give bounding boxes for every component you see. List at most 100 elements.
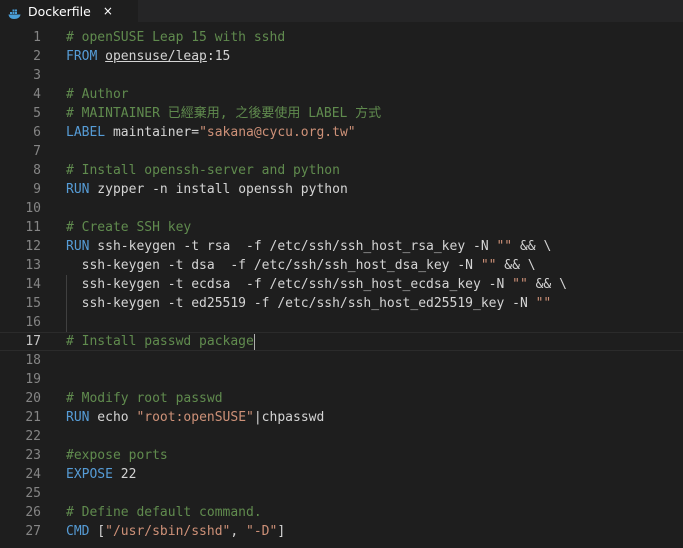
- line-number: 26: [25, 505, 41, 520]
- code-line[interactable]: 24 EXPOSE 22: [0, 465, 683, 484]
- code-line[interactable]: 25: [0, 484, 683, 503]
- token-plain: ssh-keygen -t ecdsa -f /etc/ssh/ssh_host…: [66, 277, 513, 292]
- line-number: 2: [33, 49, 41, 64]
- token-str: "": [535, 296, 552, 311]
- line-number: 18: [25, 353, 41, 368]
- token-plain: :15: [206, 49, 231, 64]
- code-text: # Modify root passwd: [66, 389, 223, 408]
- code-text: ssh-keygen -t ed25519 -f /etc/ssh/ssh_ho…: [66, 294, 552, 313]
- code-line[interactable]: 22: [0, 427, 683, 446]
- token-kw: CMD: [66, 524, 90, 539]
- code-line[interactable]: 3: [0, 66, 683, 85]
- code-text: RUN ssh-keygen -t rsa -f /etc/ssh/ssh_ho…: [66, 237, 551, 256]
- line-number: 1: [33, 30, 41, 45]
- token-kw: LABEL: [66, 125, 106, 140]
- code-text: # Author: [66, 85, 129, 104]
- line-number: 8: [33, 163, 41, 178]
- token-plain: && \: [496, 258, 536, 273]
- token-plain: ssh-keygen -t ed25519 -f /etc/ssh/ssh_ho…: [66, 296, 536, 311]
- code-line[interactable]: 6 LABEL maintainer="sakana@cycu.org.tw": [0, 123, 683, 142]
- token-plain: ssh-keygen -t dsa -f /etc/ssh/ssh_host_d…: [66, 258, 481, 273]
- line-number: 24: [25, 467, 41, 482]
- code-line[interactable]: 23 #expose ports: [0, 446, 683, 465]
- code-text: ssh-keygen -t ecdsa -f /etc/ssh/ssh_host…: [66, 275, 567, 294]
- token-plain: ssh-keygen -t rsa -f /etc/ssh/ssh_host_r…: [89, 239, 497, 254]
- code-text: RUN echo "root:openSUSE"|chpasswd: [66, 408, 324, 427]
- token-plain: && \: [527, 277, 567, 292]
- code-text: # Install passwd package: [66, 333, 255, 350]
- code-text: LABEL maintainer="sakana@cycu.org.tw": [66, 123, 356, 142]
- code-text: # Define default command.: [66, 503, 262, 522]
- code-line[interactable]: 18: [0, 351, 683, 370]
- token-plain: ,: [230, 524, 247, 539]
- code-line[interactable]: 13 ssh-keygen -t dsa -f /etc/ssh/ssh_hos…: [0, 256, 683, 275]
- token-comment: #expose ports: [66, 448, 168, 463]
- code-line[interactable]: 20 # Modify root passwd: [0, 389, 683, 408]
- line-number: 23: [25, 448, 41, 463]
- token-plain: maintainer=: [105, 125, 200, 140]
- line-number: 15: [25, 296, 41, 311]
- text-cursor: [253, 333, 255, 350]
- token-kw: FROM: [66, 49, 98, 64]
- line-number: 22: [25, 429, 41, 444]
- token-link: opensuse/leap: [105, 49, 207, 64]
- token-str: "": [480, 258, 497, 273]
- code-line[interactable]: 11 # Create SSH key: [0, 218, 683, 237]
- token-str: "-D": [246, 524, 278, 539]
- code-text: # Install openssh-server and python: [66, 161, 340, 180]
- token-kw: RUN: [66, 239, 90, 254]
- line-number: 11: [25, 220, 41, 235]
- token-plain: echo: [89, 410, 137, 425]
- tab-label: Dockerfile: [28, 3, 91, 19]
- code-line[interactable]: 21 RUN echo "root:openSUSE"|chpasswd: [0, 408, 683, 427]
- code-line[interactable]: 12 RUN ssh-keygen -t rsa -f /etc/ssh/ssh_…: [0, 237, 683, 256]
- code-line[interactable]: 17 # Install passwd package: [0, 332, 683, 351]
- code-line[interactable]: 4 # Author: [0, 85, 683, 104]
- code-line[interactable]: 2 FROM opensuse/leap:15: [0, 47, 683, 66]
- code-line[interactable]: 8 # Install openssh-server and python: [0, 161, 683, 180]
- line-number: 9: [33, 182, 41, 197]
- code-text: # MAINTAINER 已經棄用, 之後要使用 LABEL 方式: [66, 104, 381, 123]
- token-comment: # Install openssh-server and python: [66, 163, 340, 178]
- code-line[interactable]: 26 # Define default command.: [0, 503, 683, 522]
- code-line[interactable]: 7: [0, 142, 683, 161]
- code-line[interactable]: 14 ssh-keygen -t ecdsa -f /etc/ssh/ssh_h…: [0, 275, 683, 294]
- token-str: "/usr/sbin/sshd": [105, 524, 231, 539]
- token-str: "sakana@cycu.org.tw": [199, 125, 356, 140]
- code-text: # openSUSE Leap 15 with sshd: [66, 28, 285, 47]
- token-plain: zypper -n install openssh python: [89, 182, 348, 197]
- code-line[interactable]: 27 CMD ["/usr/sbin/sshd", "-D"]: [0, 522, 683, 541]
- code-line[interactable]: 5 # MAINTAINER 已經棄用, 之後要使用 LABEL 方式: [0, 104, 683, 123]
- code-editor[interactable]: 1 # openSUSE Leap 15 with sshd 2 FROM opens…: [0, 22, 683, 548]
- code-line[interactable]: 1 # openSUSE Leap 15 with sshd: [0, 28, 683, 47]
- token-plain: |chpasswd: [253, 410, 325, 425]
- code-text: CMD ["/usr/sbin/sshd", "-D"]: [66, 522, 285, 541]
- code-line[interactable]: 19: [0, 370, 683, 389]
- line-number: 25: [25, 486, 41, 501]
- token-comment: # Create SSH key: [66, 220, 192, 235]
- tab-bar: Dockerfile ×: [0, 0, 683, 22]
- code-line[interactable]: 15 ssh-keygen -t ed25519 -f /etc/ssh/ssh…: [0, 294, 683, 313]
- line-number: 12: [25, 239, 41, 254]
- tab-dockerfile[interactable]: Dockerfile ×: [0, 0, 138, 22]
- code-text: # Create SSH key: [66, 218, 191, 237]
- code-line[interactable]: 10: [0, 199, 683, 218]
- line-number: 17: [25, 334, 41, 349]
- token-plain: ]: [277, 524, 286, 539]
- token-str: "root:openSUSE": [136, 410, 254, 425]
- token-kw: RUN: [66, 182, 90, 197]
- line-number: 13: [25, 258, 41, 273]
- line-number: 19: [25, 372, 41, 387]
- token-kw: RUN: [66, 410, 90, 425]
- code-line[interactable]: 9 RUN zypper -n install openssh python: [0, 180, 683, 199]
- close-icon[interactable]: ×: [103, 4, 113, 18]
- token-comment: # MAINTAINER 已經棄用, 之後要使用 LABEL 方式: [66, 106, 382, 121]
- line-number: 14: [25, 277, 41, 292]
- token-kw: EXPOSE: [66, 467, 113, 482]
- code-line[interactable]: 16: [0, 313, 683, 332]
- token-comment: # Author: [66, 87, 129, 102]
- code-text: #expose ports: [66, 446, 168, 465]
- token-comment: # Define default command.: [66, 505, 262, 520]
- line-number: 5: [33, 106, 41, 121]
